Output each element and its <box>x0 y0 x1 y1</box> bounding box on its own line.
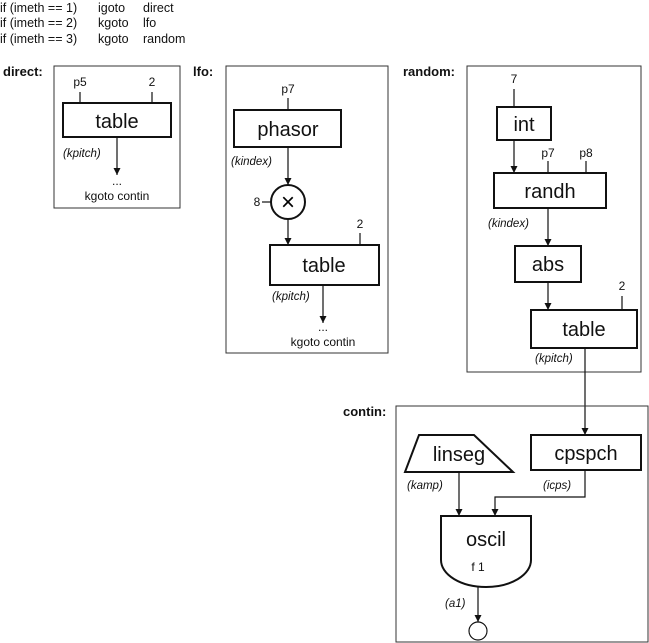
direct-goto: kgoto contin <box>85 189 150 203</box>
contin-label: contin: <box>343 404 386 419</box>
int-label: int <box>513 114 535 136</box>
lfo-ellipsis: ... <box>318 320 328 334</box>
randh-label: randh <box>524 181 575 203</box>
direct-section: direct: p5 2 table (kpitch) ... kgoto co… <box>3 64 181 209</box>
abs-label: abs <box>532 254 564 276</box>
cond-3: if (imeth == 3) <box>0 32 77 46</box>
phasor-out-var: (kindex) <box>231 156 272 168</box>
output-node <box>468 621 488 641</box>
multiply-icon: × <box>281 189 295 216</box>
oscil-label: oscil <box>466 529 506 551</box>
randh-out-var: (kindex) <box>488 218 529 230</box>
contin-section: contin: linseg cpspch (kamp) (icps) osci… <box>343 404 649 643</box>
oscil-module <box>440 515 532 588</box>
cond-2: if (imeth == 2) <box>0 16 77 30</box>
cond-1: if (imeth == 1) <box>0 1 77 15</box>
randh-in-p7: p7 <box>541 146 555 160</box>
linseg-label: linseg <box>433 444 485 466</box>
lfo-out-var: (kpitch) <box>272 291 310 303</box>
direct-label: direct: <box>3 64 43 79</box>
oscil-out-var: (a1) <box>445 598 466 610</box>
random-table-label: table <box>562 319 605 341</box>
direct-ellipsis: ... <box>112 174 122 188</box>
direct-out-var: (kpitch) <box>63 148 101 160</box>
conditional-branches: if (imeth == 1) igoto direct if (imeth =… <box>0 1 185 46</box>
cpspch-out-var: (icps) <box>543 480 571 492</box>
lfo-label: lfo: <box>193 64 213 79</box>
oscil-table: f 1 <box>471 560 485 574</box>
lfo-table-in-2: 2 <box>357 217 364 231</box>
cpspch-label: cpspch <box>554 443 617 465</box>
op-2: kgoto <box>98 16 129 30</box>
op-3: kgoto <box>98 32 129 46</box>
random-table-in-2: 2 <box>619 279 626 293</box>
random-label: random: <box>403 64 455 79</box>
random-out-var: (kpitch) <box>535 353 573 365</box>
int-in-7: 7 <box>511 72 518 86</box>
lfo-section: lfo: p7 phasor (kindex) × 8 2 table (kpi… <box>193 64 389 354</box>
phasor-label: phasor <box>257 119 318 141</box>
direct-table-label: table <box>95 111 138 133</box>
direct-in-2: 2 <box>149 75 156 89</box>
mult-in-8: 8 <box>254 195 261 209</box>
target-1: direct <box>143 1 174 15</box>
lfo-table-label: table <box>302 255 345 277</box>
lfo-in-p7: p7 <box>281 82 295 96</box>
target-2: lfo <box>143 16 156 30</box>
signal-flow-diagram: if (imeth == 1) igoto direct if (imeth =… <box>0 1 649 643</box>
op-1: igoto <box>98 1 125 15</box>
arrow <box>491 470 586 516</box>
randh-in-p8: p8 <box>579 146 593 160</box>
target-3: random <box>143 32 185 46</box>
lfo-goto: kgoto contin <box>291 335 356 349</box>
direct-in-p5: p5 <box>73 75 87 89</box>
random-section: random: 7 int p7 p8 randh (kindex) abs 2… <box>403 64 642 435</box>
linseg-out-var: (kamp) <box>407 480 443 492</box>
